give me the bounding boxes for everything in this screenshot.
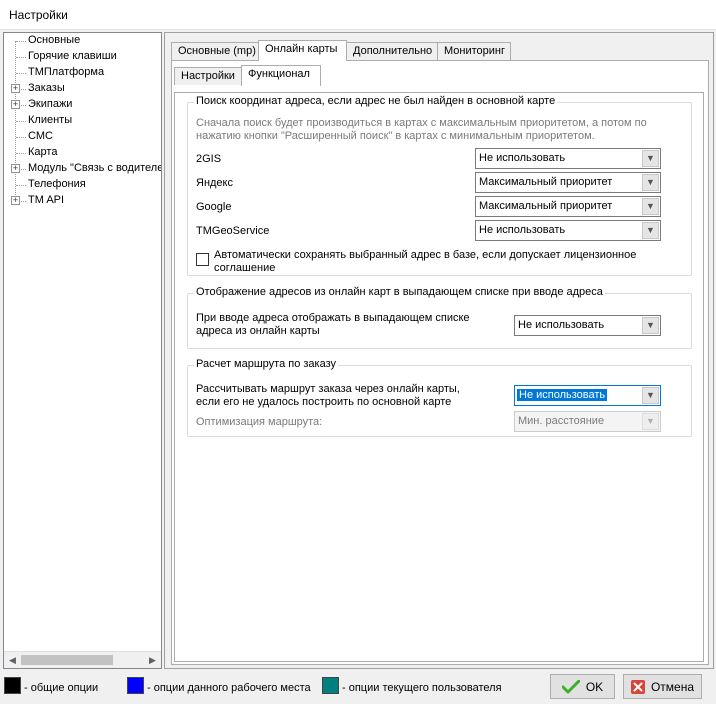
expand-plus-icon[interactable]: + (11, 196, 20, 205)
chevron-down-icon[interactable]: ▼ (642, 174, 659, 191)
chevron-down-icon[interactable]: ▼ (642, 387, 659, 404)
address-dropdown-select[interactable]: Не использовать ▼ (514, 315, 661, 336)
tree-item-tm-api[interactable]: + TM API (4, 193, 161, 209)
chevron-down-icon[interactable]: ▼ (642, 222, 659, 239)
geocoding-group: Поиск координат адреса, если адрес не бы… (187, 95, 692, 276)
tab-functional[interactable]: Функционал (241, 65, 321, 86)
tab-monitoring[interactable]: Мониторинг (437, 42, 511, 60)
legend-swatch-user (322, 677, 339, 694)
provider-2gis-label: 2GIS (196, 153, 222, 165)
tree-item-map[interactable]: Карта (4, 145, 161, 161)
geocoding-hint-line2: нажатию кнопки "Расширенный поиск" в кар… (196, 130, 595, 142)
provider-yandex-select[interactable]: Максимальный приоритет ▼ (475, 172, 661, 193)
provider-tmgeo-select[interactable]: Не использовать ▼ (475, 220, 661, 241)
legend-swatch-common (4, 677, 21, 694)
expand-plus-icon[interactable]: + (11, 100, 20, 109)
route-optimization-select[interactable]: Мин. расстояние ▼ (514, 411, 661, 432)
route-calc-label-line1: Рассчитывать маршрут заказа через онлайн… (196, 383, 460, 395)
tree-item-clients[interactable]: Клиенты (4, 113, 161, 129)
autosave-address-label-line1: Автоматически сохранять выбранный адрес … (214, 249, 637, 261)
chevron-down-icon[interactable]: ▼ (642, 317, 659, 334)
top-tabs: Основные (mp) Онлайн карты Дополнительно… (171, 40, 709, 61)
ok-button-label: OK (585, 679, 604, 694)
checkmark-icon (561, 679, 580, 693)
settings-tree[interactable]: Основные Горячие клавиши ТМПлатформа + За… (3, 32, 162, 669)
route-calc-group-title: Расчет маршрута по заказу (194, 358, 339, 370)
route-calc-select[interactable]: Не использовать ▼ (514, 385, 661, 406)
tree-item-telephony[interactable]: Телефония (4, 177, 161, 193)
provider-yandex-label: Яндекс (196, 177, 233, 189)
tree-item-driver-module[interactable]: + Модуль "Связь с водителем" (4, 161, 161, 177)
tree-item-crews[interactable]: + Экипажи (4, 97, 161, 113)
functional-page: Поиск координат адреса, если адрес не бы… (174, 92, 704, 662)
title-bar: Настройки (0, 0, 716, 30)
provider-2gis-select[interactable]: Не использовать ▼ (475, 148, 661, 169)
autosave-address-checkbox[interactable] (196, 253, 209, 266)
expand-plus-icon[interactable]: + (11, 164, 20, 173)
close-icon (630, 679, 645, 694)
provider-google-label: Google (196, 201, 232, 213)
tree-item-osnovnye[interactable]: Основные (4, 33, 161, 49)
scroll-left-icon[interactable]: ◀ (4, 652, 21, 668)
tab-osnovnye-mp[interactable]: Основные (mp) (171, 42, 259, 60)
tree-item-sms[interactable]: СМС (4, 129, 161, 145)
settings-panel: Основные (mp) Онлайн карты Дополнительно… (164, 32, 714, 669)
provider-tmgeo-label: TMGeoService (196, 225, 270, 237)
tree-item-tmplatform[interactable]: ТМПлатформа (4, 65, 161, 81)
legend-label-common: - общие опции (24, 682, 99, 694)
scroll-right-icon[interactable]: ▶ (144, 652, 161, 668)
legend-label-user: - опции текущего пользователя (342, 682, 502, 694)
chevron-down-icon[interactable]: ▼ (642, 150, 659, 167)
tab-additional[interactable]: Дополнительно (346, 42, 438, 60)
address-dropdown-group: Отображение адресов из онлайн карт в вып… (187, 286, 692, 349)
address-dropdown-label-line2: адреса из онлайн карты (196, 325, 320, 337)
address-dropdown-group-title: Отображение адресов из онлайн карт в вып… (194, 286, 605, 298)
address-dropdown-label-line1: При вводе адреса отображать в выпадающем… (196, 312, 470, 324)
chevron-down-icon[interactable]: ▼ (642, 198, 659, 215)
expand-plus-icon[interactable]: + (11, 84, 20, 93)
tab-online-maps[interactable]: Онлайн карты (258, 40, 347, 61)
chevron-down-icon[interactable]: ▼ (642, 413, 659, 430)
cancel-button-label: Отмена (650, 679, 695, 694)
tree-item-orders[interactable]: + Заказы (4, 81, 161, 97)
ok-button[interactable]: OK (550, 674, 615, 699)
geocoding-hint-line1: Сначала поиск будет производиться в карт… (196, 117, 647, 129)
provider-google-select[interactable]: Максимальный приоритет ▼ (475, 196, 661, 217)
tab-settings[interactable]: Настройки (174, 67, 242, 85)
route-optimization-label: Оптимизация маршрута: (196, 416, 323, 428)
cancel-button[interactable]: Отмена (623, 674, 702, 699)
route-calc-group: Расчет маршрута по заказу Рассчитывать м… (187, 358, 692, 437)
route-calc-label-line2: если его не удалось построить по основно… (196, 396, 452, 408)
tree-horizontal-scrollbar[interactable]: ◀ ▶ (4, 651, 161, 668)
autosave-address-label-line2: соглашение (214, 262, 276, 274)
legend-swatch-workstation (127, 677, 144, 694)
scroll-thumb[interactable] (21, 655, 113, 665)
tree-item-hotkeys[interactable]: Горячие клавиши (4, 49, 161, 65)
legend-label-workstation: - опции данного рабочего места (147, 682, 311, 694)
sub-tabs: Настройки Функционал (174, 65, 474, 86)
window-title: Настройки (9, 8, 68, 22)
geocoding-group-title: Поиск координат адреса, если адрес не бы… (194, 95, 558, 107)
